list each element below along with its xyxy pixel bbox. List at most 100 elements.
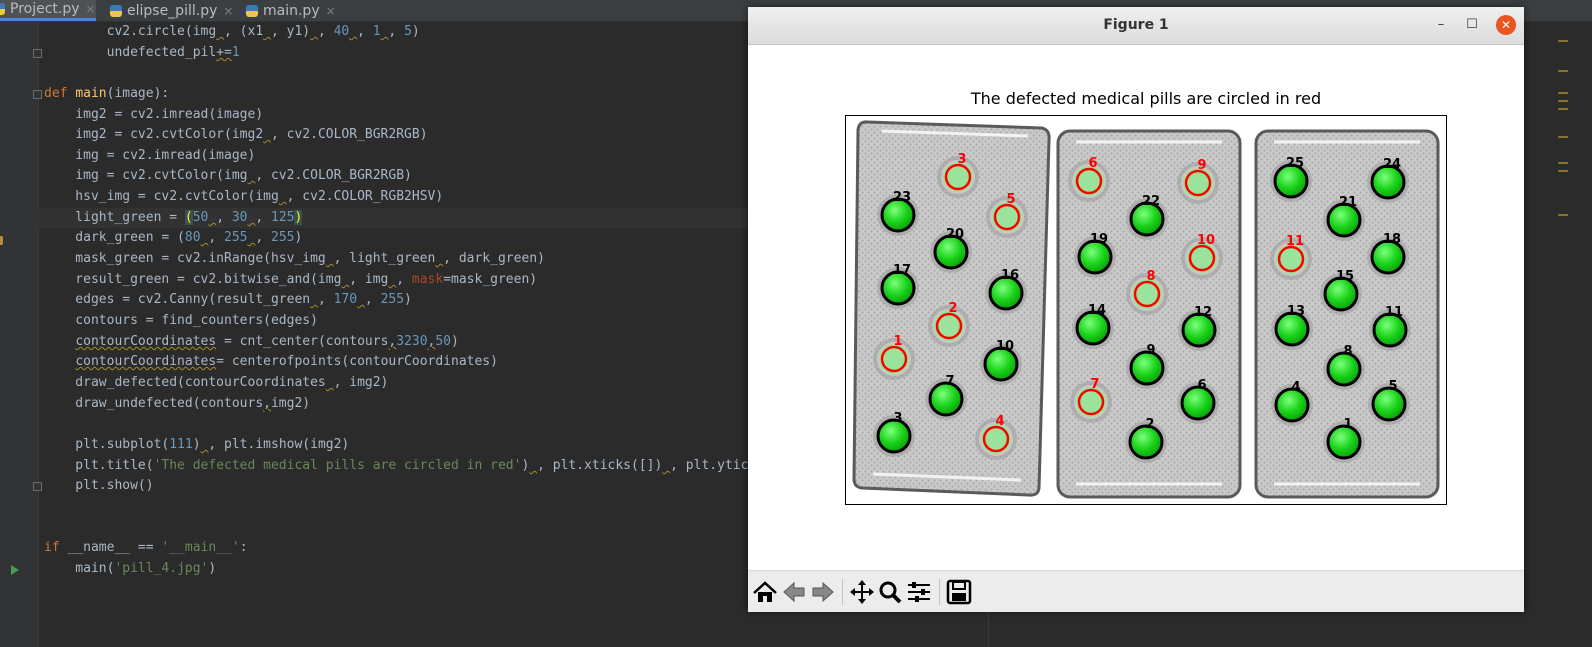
pill-number-label: 9 bbox=[1146, 343, 1155, 358]
fold-icon[interactable] bbox=[33, 90, 42, 99]
change-marker bbox=[0, 236, 3, 245]
pan-icon[interactable] bbox=[848, 579, 876, 605]
pill-number-label: 6 bbox=[1088, 156, 1097, 171]
pill-number-label: 12 bbox=[1194, 305, 1212, 320]
pill-number-label: 9 bbox=[1197, 158, 1206, 173]
code-line: plt.show() bbox=[44, 478, 154, 493]
warning-marker[interactable] bbox=[1558, 214, 1568, 216]
code-line: img2 = cv2.cvtColor(img2 , cv2.COLOR_BGR… bbox=[44, 127, 428, 142]
warning-marker[interactable] bbox=[1558, 92, 1568, 94]
pill-number-label: 7 bbox=[945, 374, 954, 389]
code-line: plt.title('The defected medical pills ar… bbox=[44, 458, 749, 473]
code-line: img = cv2.cvtColor(img , cv2.COLOR_BGR2R… bbox=[44, 168, 412, 183]
pill-number-label: 2 bbox=[1145, 417, 1154, 432]
warning-marker[interactable] bbox=[1558, 162, 1568, 164]
back-arrow-icon[interactable] bbox=[780, 579, 808, 605]
code-line: def main(image): bbox=[44, 86, 170, 101]
tab-close-icon[interactable]: × bbox=[86, 2, 96, 16]
plot-axes[interactable]: 3 23 5 20 17 16 2 1 10 7 3 4 6 9 22 19 10 8 14 12 9 7 6 2 25 24 21… bbox=[845, 115, 1447, 505]
pill-number-label: 7 bbox=[1090, 377, 1099, 392]
code-line: undefected_pil+=1 bbox=[44, 45, 240, 60]
warning-marker[interactable] bbox=[1558, 108, 1568, 110]
pill-number-label: 6 bbox=[1197, 378, 1206, 393]
window-title: Figure 1 bbox=[1103, 17, 1169, 33]
tab-close-icon[interactable]: × bbox=[326, 4, 336, 18]
fold-icon[interactable] bbox=[33, 49, 42, 58]
code-line: dark_green = (80 , 255 , 255) bbox=[44, 230, 303, 245]
current-code-line: light_green = (50 , 30 , 125) bbox=[38, 208, 798, 228]
code-line: hsv_img = cv2.cvtColor(img , cv2.COLOR_R… bbox=[44, 189, 444, 204]
tab-project-py[interactable]: Project.py × bbox=[0, 0, 96, 21]
warning-marker[interactable] bbox=[1558, 100, 1568, 102]
minimize-button[interactable]: – bbox=[1431, 15, 1451, 35]
pill-number-label: 25 bbox=[1286, 156, 1304, 171]
warning-marker[interactable] bbox=[1558, 136, 1568, 138]
warning-marker[interactable] bbox=[1558, 40, 1568, 42]
pill-number-label: 13 bbox=[1287, 304, 1305, 319]
warning-marker[interactable] bbox=[1558, 70, 1568, 72]
pill-number-label: 2 bbox=[948, 301, 957, 316]
scrollbar-markers[interactable] bbox=[1552, 22, 1592, 647]
window-titlebar[interactable]: Figure 1 – ☐ ✕ bbox=[748, 7, 1524, 45]
pill-number-label: 15 bbox=[1336, 269, 1354, 284]
blister-image: 323 52017 1621 1073 46 92219 10814 1297 6225 2421… bbox=[852, 120, 1440, 499]
pill-number-label: 5 bbox=[1006, 192, 1015, 207]
tab-close-icon[interactable]: × bbox=[223, 4, 233, 18]
matplotlib-toolbar bbox=[748, 570, 1524, 612]
code-line: draw_defected(contourCoordinates , img2) bbox=[44, 375, 389, 390]
forward-arrow-icon[interactable] bbox=[809, 579, 837, 605]
toolbar-separator bbox=[842, 579, 843, 605]
pill-number-label: 22 bbox=[1142, 194, 1160, 209]
pill-number-label: 16 bbox=[1001, 268, 1019, 283]
pill-number-label: 18 bbox=[1383, 232, 1401, 247]
pill-number-label: 21 bbox=[1339, 195, 1357, 210]
figure-window[interactable]: Figure 1 – ☐ ✕ The defected medical pill… bbox=[748, 7, 1524, 612]
pill-number-label: 5 bbox=[1388, 379, 1397, 394]
code-line: draw_undefected(contours,img2) bbox=[44, 396, 311, 411]
pill-number-label: 10 bbox=[1197, 233, 1215, 248]
fold-icon[interactable] bbox=[33, 482, 42, 491]
pill-number-label: 8 bbox=[1343, 344, 1352, 359]
editor-gutter[interactable] bbox=[0, 22, 42, 647]
code-line: main('pill_4.jpg') bbox=[44, 561, 217, 576]
pill-number-label: 8 bbox=[1146, 269, 1155, 284]
close-button[interactable]: ✕ bbox=[1496, 15, 1516, 35]
pill-number-label: 14 bbox=[1088, 303, 1106, 318]
pill-number-label: 17 bbox=[893, 263, 911, 278]
subplots-config-icon[interactable] bbox=[905, 579, 933, 605]
python-file-icon bbox=[109, 4, 123, 18]
tab-label: elipse_pill.py bbox=[127, 2, 218, 19]
pill-number-label: 10 bbox=[996, 339, 1014, 354]
save-icon[interactable] bbox=[945, 579, 973, 605]
pill-number-label: 4 bbox=[1291, 380, 1300, 395]
code-line: cv2.circle(img , (x1 , y1) , 40 , 1 , 5) bbox=[44, 24, 420, 39]
code-line: result_green = cv2.bitwise_and(img , img… bbox=[44, 272, 538, 287]
tab-label: main.py bbox=[263, 2, 320, 19]
run-icon[interactable] bbox=[11, 565, 19, 575]
code-line: mask_green = cv2.inRange(hsv_img , light… bbox=[44, 251, 545, 266]
pill-number-label: 4 bbox=[995, 414, 1004, 429]
pill-number-label: 24 bbox=[1383, 157, 1401, 172]
python-file-icon bbox=[245, 4, 259, 18]
pill-number-label: 11 bbox=[1286, 234, 1304, 249]
tab-label: Project.py bbox=[10, 1, 80, 17]
pill-number-label: 3 bbox=[893, 411, 902, 426]
zoom-icon[interactable] bbox=[876, 579, 904, 605]
pill-number-label: 1 bbox=[1343, 417, 1352, 432]
code-line: img2 = cv2.imread(image) bbox=[44, 107, 264, 122]
pill-number-label: 11 bbox=[1385, 305, 1403, 320]
warning-marker[interactable] bbox=[1558, 170, 1568, 172]
tab-main-py[interactable]: main.py × bbox=[245, 0, 336, 21]
code-line: if __name__ == '__main__': bbox=[44, 540, 248, 555]
code-line: contourCoordinates= centerofpoints(conto… bbox=[75, 354, 498, 369]
toolbar-separator bbox=[939, 579, 940, 605]
pill-number-label: 3 bbox=[957, 152, 966, 167]
maximize-button[interactable]: ☐ bbox=[1462, 15, 1482, 35]
tab-elipse-pill-py[interactable]: elipse_pill.py × bbox=[109, 0, 233, 21]
pill-number-label: 23 bbox=[893, 190, 911, 205]
code-line: contours = find_counters(edges) bbox=[44, 313, 318, 328]
home-icon[interactable] bbox=[751, 579, 779, 605]
pill-number-label: 1 bbox=[893, 334, 902, 349]
pill-number-label: 19 bbox=[1090, 232, 1108, 247]
pill-number-label: 20 bbox=[946, 227, 964, 242]
